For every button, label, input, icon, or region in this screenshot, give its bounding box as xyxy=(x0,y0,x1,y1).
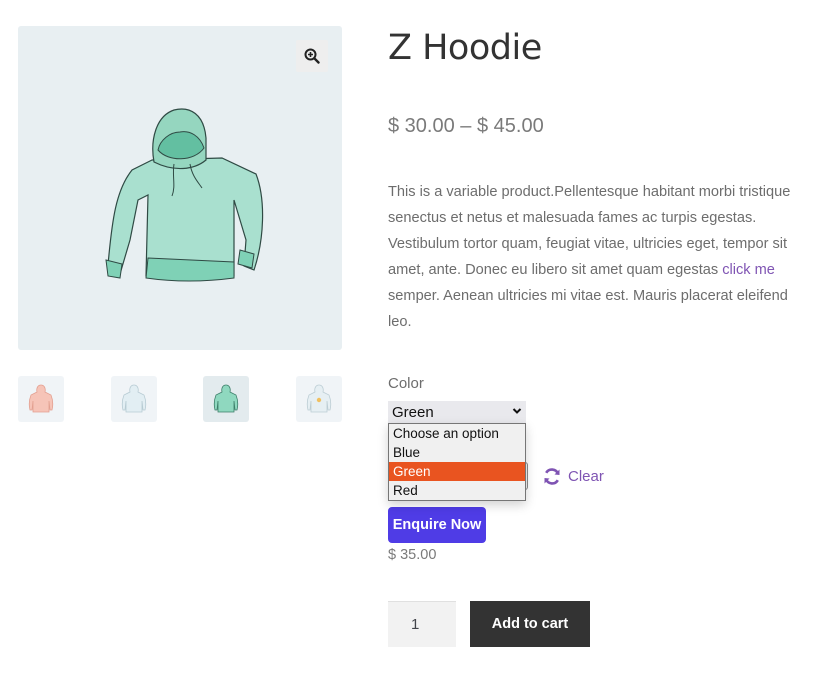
product-description: This is a variable product.Pellentesque … xyxy=(388,179,808,335)
color-dropdown-list: Choose an option Blue Green Red xyxy=(388,423,526,501)
hoodie-thumbnail-icon xyxy=(306,384,332,413)
color-option-highlighted[interactable]: Green xyxy=(389,462,525,481)
clear-variations-link[interactable]: Clear xyxy=(543,468,604,485)
magnifier-plus-icon xyxy=(304,48,320,64)
hoodie-thumbnail-icon xyxy=(213,384,239,413)
variation-price: $ 35.00 xyxy=(388,547,437,563)
zoom-button[interactable] xyxy=(296,40,328,72)
description-text-end: semper. Aenean ultricies mi vitae est. M… xyxy=(388,288,788,330)
color-option[interactable]: Red xyxy=(389,481,525,500)
price-range: $ 30.00 – $ 45.00 xyxy=(388,115,544,137)
quantity-input[interactable]: 1 xyxy=(388,601,456,647)
product-main-image[interactable] xyxy=(18,26,342,350)
add-to-cart-button[interactable]: Add to cart xyxy=(470,601,590,647)
color-select-value: Green xyxy=(392,403,434,421)
thumbnail-blue[interactable] xyxy=(111,376,157,422)
gallery-thumbnails xyxy=(18,376,342,422)
hoodie-image xyxy=(105,108,264,282)
hoodie-thumbnail-icon xyxy=(121,384,147,413)
thumbnail-pink[interactable] xyxy=(18,376,64,422)
color-option[interactable]: Choose an option xyxy=(389,424,525,443)
color-option[interactable]: Blue xyxy=(389,443,525,462)
chevron-down-icon xyxy=(512,408,522,414)
clear-label: Clear xyxy=(568,468,604,485)
hoodie-thumbnail-icon xyxy=(28,384,54,413)
enquire-now-button[interactable]: Enquire Now xyxy=(388,507,486,543)
color-select[interactable]: Green xyxy=(388,401,526,423)
thumbnail-green[interactable] xyxy=(203,376,249,422)
product-title: Z Hoodie xyxy=(388,28,542,68)
refresh-icon xyxy=(544,468,560,485)
color-label: Color xyxy=(388,375,424,392)
click-me-link[interactable]: click me xyxy=(722,262,775,278)
thumbnail-blue-logo[interactable] xyxy=(296,376,342,422)
